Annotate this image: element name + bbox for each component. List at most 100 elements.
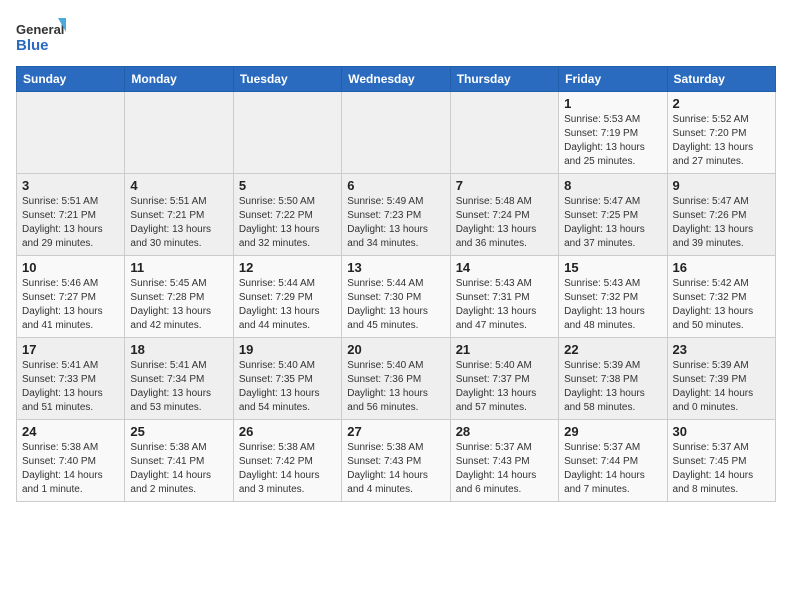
calendar-cell: 28Sunrise: 5:37 AMSunset: 7:43 PMDayligh… bbox=[450, 420, 558, 502]
day-number: 29 bbox=[564, 424, 661, 439]
day-number: 15 bbox=[564, 260, 661, 275]
day-number: 4 bbox=[130, 178, 227, 193]
day-info: Sunrise: 5:37 AMSunset: 7:44 PMDaylight:… bbox=[564, 441, 661, 497]
calendar-cell: 26 Sunrise: 5:38 AMSunset: 7:42 PMDayligh… bbox=[233, 420, 341, 502]
day-info: Sunrise: 5:50 AMSunset: 7:22 PMDaylight:… bbox=[239, 195, 336, 251]
calendar-cell bbox=[17, 92, 125, 174]
calendar-cell: 7Sunrise: 5:48 AMSunset: 7:24 PMDaylight… bbox=[450, 174, 558, 256]
day-info: Sunrise: 5:38 AMSunset: 7:40 PMDaylight:… bbox=[22, 441, 119, 497]
calendar-cell: 18 Sunrise: 5:41 AMSunset: 7:34 PMDayligh… bbox=[125, 338, 233, 420]
calendar-cell bbox=[450, 92, 558, 174]
calendar-cell bbox=[125, 92, 233, 174]
day-info: Sunrise: 5:38 AMSunset: 7:42 PMDaylight:… bbox=[239, 441, 336, 497]
calendar-cell: 29 Sunrise: 5:37 AMSunset: 7:44 PMDayligh… bbox=[559, 420, 667, 502]
calendar-cell: 3Sunrise: 5:51 AMSunset: 7:21 PMDaylight… bbox=[17, 174, 125, 256]
day-info: Sunrise: 5:38 AMSunset: 7:43 PMDaylight:… bbox=[347, 441, 444, 497]
calendar-cell: 19Sunrise: 5:40 AMSunset: 7:35 PMDayligh… bbox=[233, 338, 341, 420]
day-info: Sunrise: 5:47 AMSunset: 7:26 PMDaylight:… bbox=[673, 195, 770, 251]
day-info: Sunrise: 5:52 AMSunset: 7:20 PMDaylight:… bbox=[673, 113, 770, 169]
calendar-cell: 25 Sunrise: 5:38 AMSunset: 7:41 PMDayligh… bbox=[125, 420, 233, 502]
day-info: Sunrise: 5:49 AMSunset: 7:23 PMDaylight:… bbox=[347, 195, 444, 251]
header: General Blue bbox=[16, 16, 776, 58]
calendar-week-row: 24 Sunrise: 5:38 AMSunset: 7:40 PMDayligh… bbox=[17, 420, 776, 502]
calendar-cell: 10 Sunrise: 5:46 AMSunset: 7:27 PMDayligh… bbox=[17, 256, 125, 338]
day-number: 22 bbox=[564, 342, 661, 357]
day-info: Sunrise: 5:39 AMSunset: 7:38 PMDaylight:… bbox=[564, 359, 661, 415]
logo: General Blue bbox=[16, 16, 66, 58]
calendar-cell: 24 Sunrise: 5:38 AMSunset: 7:40 PMDayligh… bbox=[17, 420, 125, 502]
weekday-header-tuesday: Tuesday bbox=[233, 67, 341, 92]
day-info: Sunrise: 5:44 AMSunset: 7:30 PMDaylight:… bbox=[347, 277, 444, 333]
calendar-cell: 4 Sunrise: 5:51 AMSunset: 7:21 PMDaylight… bbox=[125, 174, 233, 256]
svg-text:General: General bbox=[16, 22, 64, 37]
calendar-cell: 27Sunrise: 5:38 AMSunset: 7:43 PMDayligh… bbox=[342, 420, 450, 502]
day-info: Sunrise: 5:43 AMSunset: 7:31 PMDaylight:… bbox=[456, 277, 553, 333]
day-number: 10 bbox=[22, 260, 119, 275]
calendar-cell: 14 Sunrise: 5:43 AMSunset: 7:31 PMDayligh… bbox=[450, 256, 558, 338]
calendar-table: SundayMondayTuesdayWednesdayThursdayFrid… bbox=[16, 66, 776, 502]
day-number: 2 bbox=[673, 96, 770, 111]
day-info: Sunrise: 5:41 AMSunset: 7:34 PMDaylight:… bbox=[130, 359, 227, 415]
day-number: 6 bbox=[347, 178, 444, 193]
day-info: Sunrise: 5:51 AMSunset: 7:21 PMDaylight:… bbox=[130, 195, 227, 251]
day-info: Sunrise: 5:38 AMSunset: 7:41 PMDaylight:… bbox=[130, 441, 227, 497]
day-number: 23 bbox=[673, 342, 770, 357]
day-number: 24 bbox=[22, 424, 119, 439]
day-number: 17 bbox=[22, 342, 119, 357]
day-number: 11 bbox=[130, 260, 227, 275]
calendar-cell: 13Sunrise: 5:44 AMSunset: 7:30 PMDayligh… bbox=[342, 256, 450, 338]
day-info: Sunrise: 5:41 AMSunset: 7:33 PMDaylight:… bbox=[22, 359, 119, 415]
day-number: 16 bbox=[673, 260, 770, 275]
calendar-cell: 9 Sunrise: 5:47 AMSunset: 7:26 PMDaylight… bbox=[667, 174, 775, 256]
calendar-cell: 16 Sunrise: 5:42 AMSunset: 7:32 PMDayligh… bbox=[667, 256, 775, 338]
day-info: Sunrise: 5:47 AMSunset: 7:25 PMDaylight:… bbox=[564, 195, 661, 251]
calendar-week-row: 3Sunrise: 5:51 AMSunset: 7:21 PMDaylight… bbox=[17, 174, 776, 256]
day-info: Sunrise: 5:37 AMSunset: 7:45 PMDaylight:… bbox=[673, 441, 770, 497]
day-number: 12 bbox=[239, 260, 336, 275]
day-number: 18 bbox=[130, 342, 227, 357]
day-info: Sunrise: 5:48 AMSunset: 7:24 PMDaylight:… bbox=[456, 195, 553, 251]
calendar-cell: 8 Sunrise: 5:47 AMSunset: 7:25 PMDaylight… bbox=[559, 174, 667, 256]
day-info: Sunrise: 5:45 AMSunset: 7:28 PMDaylight:… bbox=[130, 277, 227, 333]
day-info: Sunrise: 5:43 AMSunset: 7:32 PMDaylight:… bbox=[564, 277, 661, 333]
day-number: 20 bbox=[347, 342, 444, 357]
calendar-cell: 1 Sunrise: 5:53 AMSunset: 7:19 PMDaylight… bbox=[559, 92, 667, 174]
day-number: 5 bbox=[239, 178, 336, 193]
weekday-header-thursday: Thursday bbox=[450, 67, 558, 92]
calendar-cell: 20 Sunrise: 5:40 AMSunset: 7:36 PMDayligh… bbox=[342, 338, 450, 420]
calendar-cell: 2 Sunrise: 5:52 AMSunset: 7:20 PMDaylight… bbox=[667, 92, 775, 174]
day-info: Sunrise: 5:40 AMSunset: 7:36 PMDaylight:… bbox=[347, 359, 444, 415]
calendar-cell: 23 Sunrise: 5:39 AMSunset: 7:39 PMDayligh… bbox=[667, 338, 775, 420]
day-info: Sunrise: 5:44 AMSunset: 7:29 PMDaylight:… bbox=[239, 277, 336, 333]
day-number: 8 bbox=[564, 178, 661, 193]
day-info: Sunrise: 5:51 AMSunset: 7:21 PMDaylight:… bbox=[22, 195, 119, 251]
calendar-cell: 21Sunrise: 5:40 AMSunset: 7:37 PMDayligh… bbox=[450, 338, 558, 420]
calendar-cell: 6 Sunrise: 5:49 AMSunset: 7:23 PMDaylight… bbox=[342, 174, 450, 256]
day-info: Sunrise: 5:40 AMSunset: 7:37 PMDaylight:… bbox=[456, 359, 553, 415]
calendar-cell bbox=[342, 92, 450, 174]
calendar-week-row: 10 Sunrise: 5:46 AMSunset: 7:27 PMDayligh… bbox=[17, 256, 776, 338]
calendar-week-row: 17 Sunrise: 5:41 AMSunset: 7:33 PMDayligh… bbox=[17, 338, 776, 420]
weekday-header-saturday: Saturday bbox=[667, 67, 775, 92]
calendar-cell: 30 Sunrise: 5:37 AMSunset: 7:45 PMDayligh… bbox=[667, 420, 775, 502]
logo-svg: General Blue bbox=[16, 16, 66, 58]
day-number: 30 bbox=[673, 424, 770, 439]
calendar-cell: 5 Sunrise: 5:50 AMSunset: 7:22 PMDaylight… bbox=[233, 174, 341, 256]
day-number: 1 bbox=[564, 96, 661, 111]
calendar-cell bbox=[233, 92, 341, 174]
day-info: Sunrise: 5:37 AMSunset: 7:43 PMDaylight:… bbox=[456, 441, 553, 497]
day-info: Sunrise: 5:42 AMSunset: 7:32 PMDaylight:… bbox=[673, 277, 770, 333]
day-number: 14 bbox=[456, 260, 553, 275]
day-number: 25 bbox=[130, 424, 227, 439]
day-number: 19 bbox=[239, 342, 336, 357]
day-info: Sunrise: 5:53 AMSunset: 7:19 PMDaylight:… bbox=[564, 113, 661, 169]
day-info: Sunrise: 5:39 AMSunset: 7:39 PMDaylight:… bbox=[673, 359, 770, 415]
weekday-header-sunday: Sunday bbox=[17, 67, 125, 92]
day-number: 9 bbox=[673, 178, 770, 193]
day-info: Sunrise: 5:46 AMSunset: 7:27 PMDaylight:… bbox=[22, 277, 119, 333]
day-number: 26 bbox=[239, 424, 336, 439]
weekday-header-row: SundayMondayTuesdayWednesdayThursdayFrid… bbox=[17, 67, 776, 92]
calendar-cell: 15 Sunrise: 5:43 AMSunset: 7:32 PMDayligh… bbox=[559, 256, 667, 338]
weekday-header-monday: Monday bbox=[125, 67, 233, 92]
calendar-cell: 11 Sunrise: 5:45 AMSunset: 7:28 PMDayligh… bbox=[125, 256, 233, 338]
